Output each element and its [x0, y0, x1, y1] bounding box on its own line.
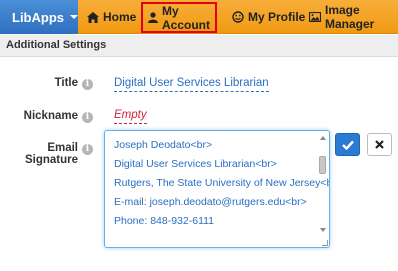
signature-line: Joseph Deodato<br> — [114, 139, 213, 151]
info-icon[interactable]: i — [82, 144, 93, 155]
signature-line: Phone: 848-932-6111 — [114, 215, 215, 227]
brand-label: LibApps — [12, 9, 64, 25]
nav-my-profile-label: My Profile — [248, 10, 306, 24]
top-navbar: LibApps Home My Account My Profile Image… — [0, 0, 398, 34]
user-icon — [148, 12, 158, 24]
title-value[interactable]: Digital User Services Librarian — [114, 77, 269, 92]
smile-icon — [232, 11, 244, 23]
textarea-scrollbar[interactable] — [318, 134, 327, 242]
info-icon[interactable]: i — [82, 112, 93, 123]
home-icon — [87, 11, 99, 23]
nickname-label: Nickname — [23, 110, 78, 122]
resize-handle-icon[interactable] — [322, 240, 328, 246]
save-button[interactable] — [335, 133, 360, 156]
check-icon — [341, 140, 354, 150]
libapps-menu-button[interactable]: LibApps — [0, 0, 78, 34]
scroll-down-icon[interactable] — [320, 228, 326, 232]
nav-image-manager[interactable]: Image Manager — [309, 0, 398, 34]
image-icon — [309, 11, 321, 23]
scroll-up-icon[interactable] — [320, 136, 326, 140]
cancel-button[interactable] — [367, 133, 392, 156]
section-header: Additional Settings — [0, 35, 398, 57]
nav-home-label: Home — [103, 10, 137, 24]
signature-line: Digital User Services Librarian<br> — [114, 158, 277, 170]
nickname-value[interactable]: Empty — [114, 109, 147, 124]
caret-down-icon — [70, 15, 78, 19]
signature-line: Rutgers, The State University of New Jer… — [114, 177, 330, 189]
signature-line: E-mail: joseph.deodato@rutgers.edu<br> — [114, 196, 307, 208]
nav-my-profile[interactable]: My Profile — [232, 0, 305, 34]
email-signature-label: Email Signature — [24, 142, 78, 166]
info-icon[interactable]: i — [82, 79, 93, 90]
nav-home[interactable]: Home — [87, 0, 136, 34]
scroll-thumb[interactable] — [319, 156, 326, 174]
email-signature-textarea[interactable]: Joseph Deodato<br> Digital User Services… — [104, 130, 330, 248]
close-icon — [375, 140, 384, 149]
nav-my-account-label: My Account — [162, 3, 210, 32]
nav-image-manager-label: Image Manager — [325, 3, 375, 31]
nav-my-account[interactable]: My Account — [141, 2, 217, 33]
title-label: Title — [54, 77, 78, 89]
